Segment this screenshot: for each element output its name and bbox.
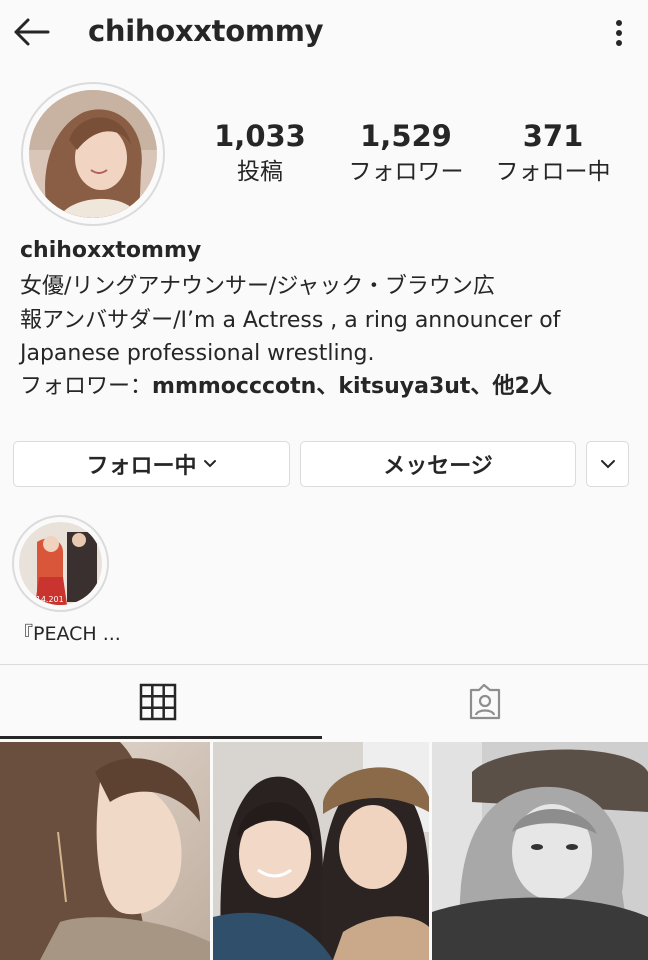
tagged-person-icon (469, 683, 501, 720)
following-button[interactable]: フォロー中 (13, 441, 290, 487)
followed-by-names: mmmocccotn、kitsuya3ut (152, 374, 471, 399)
followers-stat[interactable]: 1,529 フォロワー (338, 118, 474, 190)
posts-stat[interactable]: 1,033 投稿 (200, 118, 320, 190)
avatar-image (29, 90, 157, 218)
tab-tagged[interactable] (324, 665, 648, 739)
followers-count: 1,529 (360, 119, 452, 153)
posts-label: 投稿 (237, 159, 283, 185)
followed-by-text[interactable]: フォロワー：mmmocccotn、kitsuya3ut、他2人 (20, 370, 552, 403)
message-button[interactable]: メッセージ (300, 441, 576, 487)
chevron-down-icon (600, 460, 615, 469)
more-options-button[interactable] (604, 14, 634, 52)
top-app-bar: chihoxxtommy (0, 0, 648, 66)
chevron-down-icon (203, 460, 216, 468)
message-button-label: メッセージ (383, 454, 493, 479)
profile-username: chihoxxtommy (20, 238, 202, 263)
header-username: chihoxxtommy (88, 14, 324, 48)
highlight-label: 『PEACH ... (14, 623, 121, 645)
highlight-date: 10.14.201 (23, 595, 64, 604)
following-label: フォロー中 (495, 159, 611, 185)
vertical-dots-icon (616, 20, 622, 46)
profile-bio: 女優/リングアナウンサー/ジャック・ブラウン広 報アンバサダー/I’m a Ac… (20, 274, 561, 366)
story-highlight[interactable]: 10.14.201 (12, 515, 109, 612)
followed-by-prefix: フォロワー： (20, 374, 153, 399)
arrow-left-icon (14, 18, 50, 46)
posts-count: 1,033 (214, 119, 306, 153)
profile-avatar[interactable] (21, 82, 165, 226)
followed-by-suffix: 、他2人 (470, 374, 552, 399)
followers-label: フォロワー (348, 159, 464, 185)
suggested-accounts-button[interactable] (586, 441, 629, 487)
back-button[interactable] (10, 12, 54, 52)
following-stat[interactable]: 371 フォロー中 (488, 118, 618, 190)
grid-photo[interactable] (213, 742, 429, 960)
following-count: 371 (522, 119, 584, 153)
grid-icon (139, 683, 177, 721)
active-tab-indicator (0, 736, 322, 739)
grid-photo[interactable] (432, 742, 648, 960)
tab-posts-grid[interactable] (0, 665, 324, 739)
grid-photo[interactable] (0, 742, 210, 960)
following-button-label: フォロー中 (86, 454, 197, 479)
highlight-image: 10.14.201 (19, 522, 102, 605)
